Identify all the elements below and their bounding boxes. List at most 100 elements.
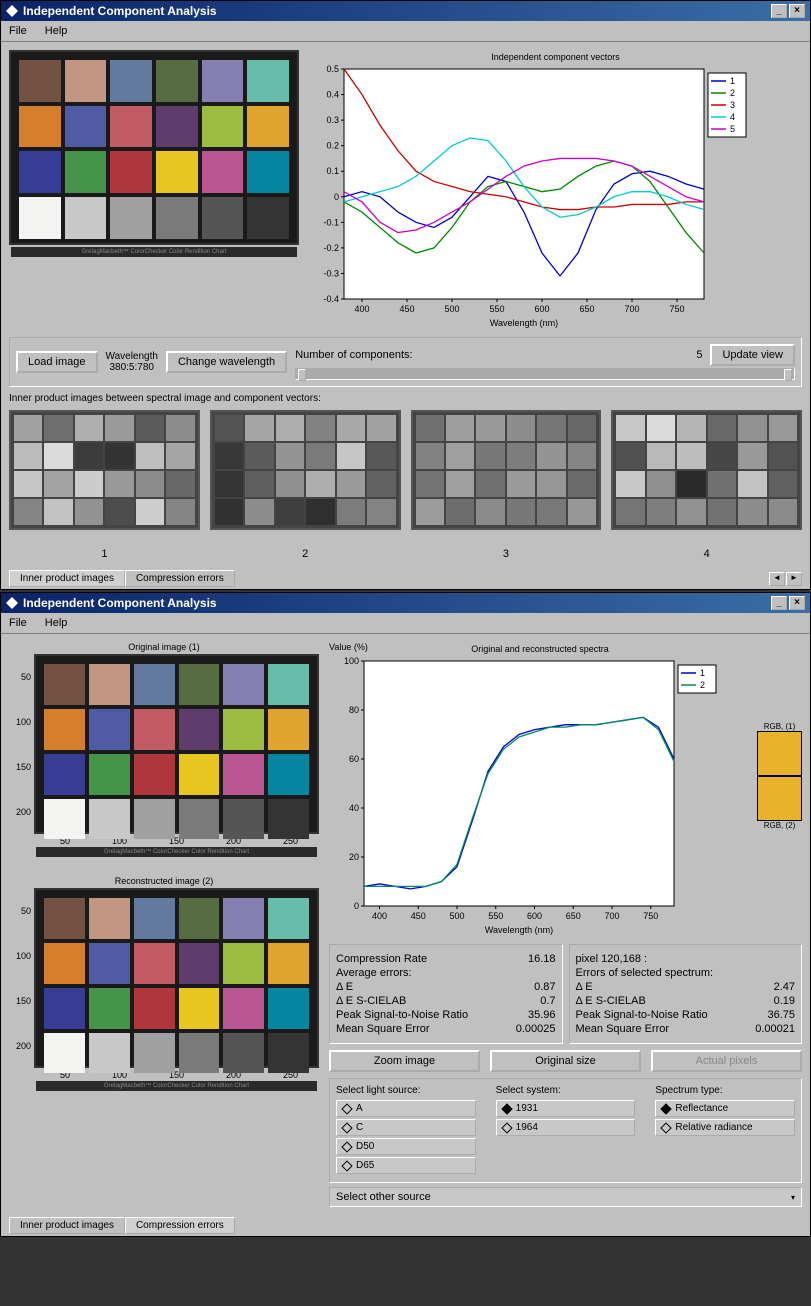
colorchecker-cell [268, 1033, 309, 1074]
radio-1964[interactable]: 1964 [496, 1119, 636, 1136]
colorchecker-cell [179, 943, 220, 984]
minimize-button[interactable]: _ [771, 596, 787, 610]
actual-pixels-button[interactable]: Actual pixels [651, 1050, 802, 1072]
stat-value: 0.7 [540, 995, 555, 1007]
thumbnail-2[interactable]: 2 [210, 410, 401, 560]
y-tick: 150 [9, 996, 31, 1006]
menu-help[interactable]: Help [45, 25, 68, 37]
tab-compression-errors[interactable]: Compression errors [125, 570, 235, 587]
colorchecker-cell [44, 799, 85, 840]
svg-text:450: 450 [411, 911, 426, 921]
close-button[interactable]: × [789, 4, 805, 18]
stat-label: Mean Square Error [336, 1023, 430, 1035]
radio-section: Select light source: ACD50D65 Select sys… [329, 1078, 802, 1183]
colorchecker-cell [65, 106, 107, 148]
colorchecker-cell [65, 151, 107, 193]
load-image-button[interactable]: Load image [16, 351, 98, 373]
zoom-image-button[interactable]: Zoom image [329, 1050, 480, 1072]
colorchecker-cell [223, 988, 264, 1029]
nav-prev-button[interactable]: ◄ [769, 572, 785, 586]
nav-next-button[interactable]: ► [786, 572, 802, 586]
rgb-label-2: RGB, (2) [757, 821, 802, 830]
slider-thumb-right[interactable] [784, 369, 792, 381]
colorchecker-cell [65, 197, 107, 239]
slider-thumb-left[interactable] [298, 369, 306, 381]
svg-text:750: 750 [669, 304, 684, 314]
radio-d65[interactable]: D65 [336, 1157, 476, 1174]
svg-text:20: 20 [349, 852, 359, 862]
tab-compression-errors[interactable]: Compression errors [125, 1217, 235, 1234]
menu-help[interactable]: Help [45, 617, 68, 629]
thumbnail-4[interactable]: 4 [611, 410, 802, 560]
cc-footer: GretagMacbeth™ ColorChecker Color Rendit… [36, 1081, 317, 1091]
select-other-source-dropdown[interactable]: Select other source ▾ [329, 1187, 802, 1207]
minimize-button[interactable]: _ [771, 4, 787, 18]
change-wavelength-button[interactable]: Change wavelength [166, 351, 287, 373]
y-tick: 150 [9, 762, 31, 772]
svg-text:700: 700 [604, 911, 619, 921]
menu-file[interactable]: File [9, 617, 27, 629]
radio-relative-radiance[interactable]: Relative radiance [655, 1119, 795, 1136]
update-view-button[interactable]: Update view [710, 344, 795, 366]
thumbnail-3[interactable]: 3 [411, 410, 602, 560]
radio-reflectance[interactable]: Reflectance [655, 1100, 795, 1117]
window-2: Independent Component Analysis _ × File … [0, 592, 811, 1237]
colorchecker-cell [134, 988, 175, 1029]
thumbnail-label: 2 [210, 548, 401, 560]
colorchecker-cell [202, 151, 244, 193]
stat-value: 0.00021 [755, 1023, 795, 1035]
colorchecker-cell [247, 197, 289, 239]
svg-text:0: 0 [354, 901, 359, 911]
colorchecker-cell [134, 799, 175, 840]
rgb-swatch-1 [757, 731, 802, 776]
radio-d50[interactable]: D50 [336, 1138, 476, 1155]
tab-inner-product[interactable]: Inner product images [9, 570, 125, 587]
svg-text:1: 1 [730, 76, 735, 86]
num-components-label: Number of components: [295, 349, 412, 361]
svg-text:2: 2 [730, 88, 735, 98]
radio-c[interactable]: C [336, 1119, 476, 1136]
colorchecker-footer: GretagMacbeth™ ColorChecker Color Rendit… [11, 247, 297, 257]
stat-value: 2.47 [774, 981, 795, 993]
colorchecker-cell [268, 664, 309, 705]
menu-file[interactable]: File [9, 25, 27, 37]
close-button[interactable]: × [789, 596, 805, 610]
svg-text:-0.1: -0.1 [323, 217, 339, 227]
components-slider[interactable] [295, 368, 795, 380]
tab-inner-product[interactable]: Inner product images [9, 1217, 125, 1234]
colorchecker-cell [19, 60, 61, 102]
stat-label: Δ E [336, 981, 353, 993]
stats-right: pixel 120,168 : Errors of selected spect… [569, 944, 803, 1044]
svg-text:80: 80 [349, 705, 359, 715]
rgb-swatch-2 [757, 776, 802, 821]
thumbnail-label: 1 [9, 548, 200, 560]
titlebar-1[interactable]: Independent Component Analysis _ × [1, 1, 810, 21]
original-size-button[interactable]: Original size [490, 1050, 641, 1072]
radio-a[interactable]: A [336, 1100, 476, 1117]
colorchecker-cell [134, 943, 175, 984]
reconstructed-image[interactable] [36, 890, 317, 1081]
spectrum-label: Spectrum type: [655, 1085, 795, 1096]
colorchecker-cell [89, 754, 130, 795]
svg-text:0: 0 [334, 192, 339, 202]
colorchecker-cell [223, 898, 264, 939]
chart-spectra-svg: 020406080100400450500550600650700750Wave… [329, 656, 719, 936]
svg-text:2: 2 [700, 680, 705, 690]
menubar-1: File Help [1, 21, 810, 42]
dropdown-label: Select other source [336, 1191, 431, 1203]
svg-text:700: 700 [624, 304, 639, 314]
radio-1931[interactable]: 1931 [496, 1100, 636, 1117]
system-label: Select system: [496, 1085, 636, 1096]
svg-text:0.2: 0.2 [326, 141, 339, 151]
colorchecker-cell [89, 799, 130, 840]
original-image[interactable] [36, 656, 317, 847]
colorchecker-cell [65, 60, 107, 102]
colorchecker-cell [110, 151, 152, 193]
colorchecker-cell [89, 664, 130, 705]
thumbnail-1[interactable]: 1 [9, 410, 200, 560]
spectrum-column: Spectrum type: Reflectance Relative radia… [655, 1085, 795, 1176]
svg-text:-0.4: -0.4 [323, 294, 339, 304]
titlebar-2[interactable]: Independent Component Analysis _ × [1, 593, 810, 613]
svg-text:400: 400 [354, 304, 369, 314]
svg-text:0.5: 0.5 [326, 64, 339, 74]
